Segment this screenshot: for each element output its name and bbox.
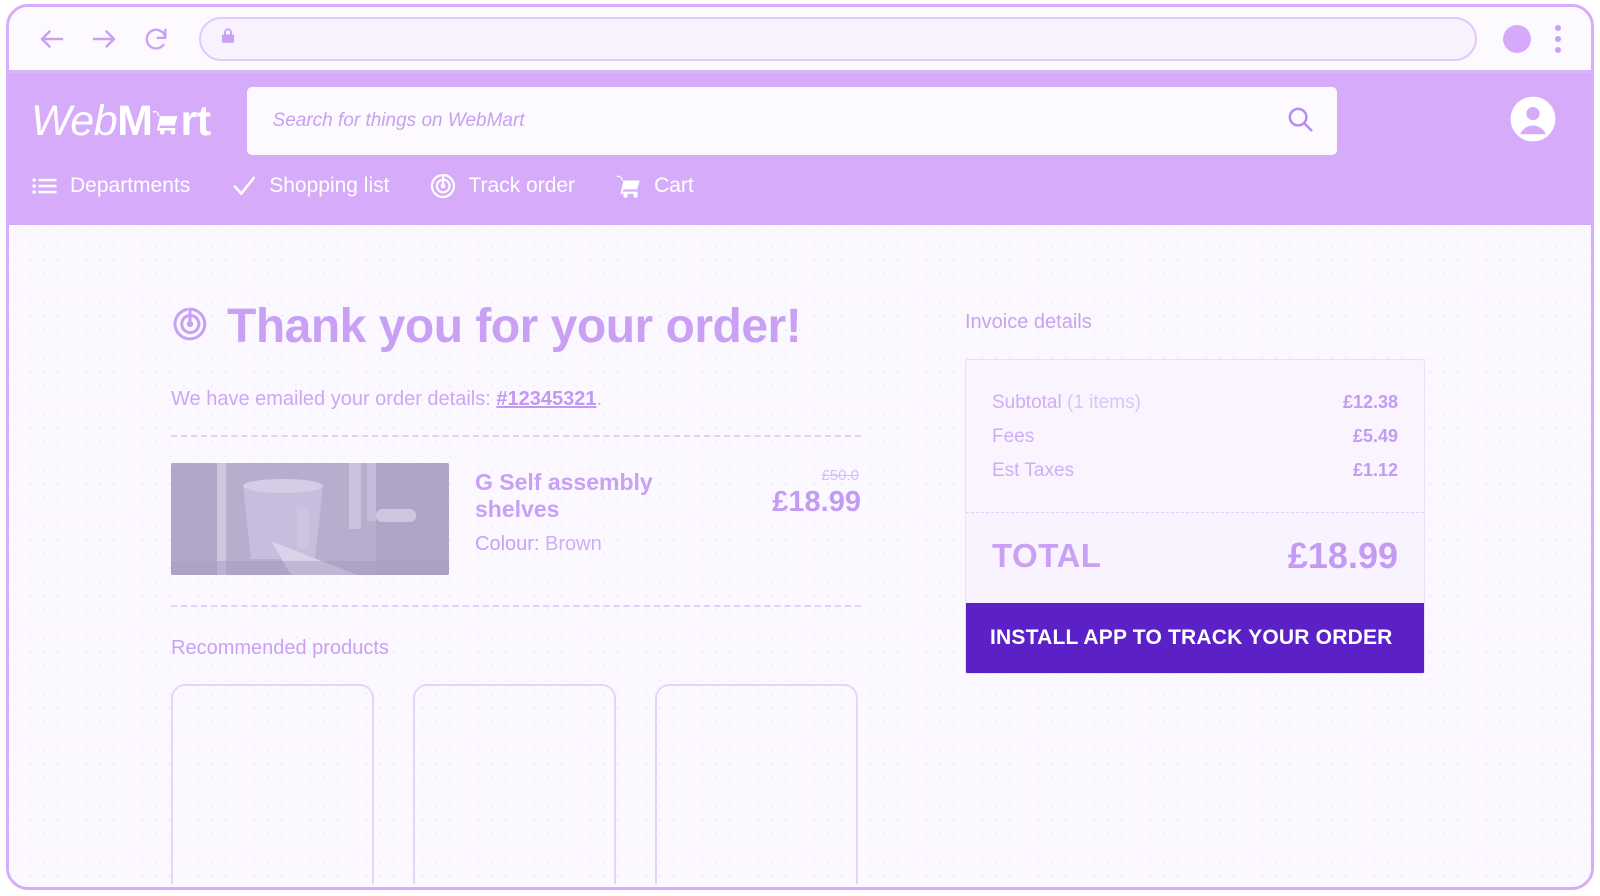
webmart-logo[interactable]: Web Mrt bbox=[31, 97, 211, 146]
nav-item-shopping-list[interactable]: Shopping list bbox=[230, 172, 389, 200]
back-arrow-icon bbox=[37, 24, 67, 54]
forward-arrow-icon bbox=[89, 24, 119, 54]
order-email-suffix: . bbox=[596, 388, 603, 410]
site-header: Web Mrt Search for things on WebMart Dep… bbox=[9, 73, 1591, 225]
order-email-notice: We have emailed your order details: #123… bbox=[171, 388, 861, 435]
product-price-current: £18.99 bbox=[772, 486, 861, 518]
invoice-label-taxes: Est Taxes bbox=[992, 460, 1075, 481]
browser-window: Web Mrt Search for things on WebMart Dep… bbox=[6, 4, 1594, 890]
product-title[interactable]: G Self assembly shelves bbox=[475, 469, 705, 523]
invoice-total-value: £18.99 bbox=[1287, 535, 1398, 576]
product-colour-value: Brown bbox=[545, 533, 602, 555]
invoice-label-subtotal: Subtotal (1 items) bbox=[992, 392, 1141, 414]
nav-label-track-order: Track order bbox=[468, 174, 576, 197]
invoice-details-heading: Invoice details bbox=[965, 311, 1092, 333]
kebab-menu-icon[interactable] bbox=[1547, 22, 1569, 56]
back-button[interactable] bbox=[29, 16, 75, 62]
logo-text-rt: rt bbox=[180, 96, 211, 145]
nav-item-departments[interactable]: Departments bbox=[31, 172, 190, 200]
search-placeholder: Search for things on WebMart bbox=[272, 110, 525, 131]
nav-label-shopping-list: Shopping list bbox=[269, 174, 390, 197]
product-colour-label: Colour: bbox=[475, 533, 540, 555]
invoice-column: Invoice details Subtotal (1 items) £12.3… bbox=[965, 299, 1425, 884]
checkmark-icon bbox=[230, 172, 258, 200]
invoice-row-subtotal: Subtotal (1 items) £12.38 bbox=[992, 386, 1398, 420]
invoice-value-taxes: £1.12 bbox=[1352, 460, 1398, 480]
account-circle-icon bbox=[1509, 96, 1557, 147]
reload-button[interactable] bbox=[133, 16, 179, 62]
nav-label-departments: Departments bbox=[70, 174, 191, 197]
invoice-value-subtotal: £12.38 bbox=[1342, 392, 1398, 412]
order-email-prefix: We have emailed your order details: bbox=[171, 388, 497, 410]
search-input[interactable]: Search for things on WebMart bbox=[246, 87, 1337, 155]
logo-text-m: M bbox=[117, 96, 153, 145]
header-top-row: Web Mrt Search for things on WebMart bbox=[9, 73, 1591, 169]
page-title: Thank you for your order! bbox=[227, 300, 802, 353]
recommended-products-list bbox=[171, 684, 861, 884]
logo-text-web: Web bbox=[31, 96, 118, 145]
radar-target-icon bbox=[429, 172, 457, 200]
nav-item-track-order[interactable]: Track order bbox=[429, 172, 575, 200]
recommended-card-2[interactable] bbox=[413, 684, 616, 884]
page-content: Thank you for your order! We have emaile… bbox=[9, 225, 1591, 887]
invoice-row-fees: Fees £5.49 bbox=[992, 420, 1398, 454]
shopping-cart-icon bbox=[151, 99, 181, 135]
recommended-card-3[interactable] bbox=[655, 684, 858, 884]
account-button[interactable] bbox=[1479, 95, 1557, 148]
invoice-row-taxes: Est Taxes £1.12 bbox=[992, 454, 1398, 488]
browser-toolbar bbox=[9, 7, 1591, 73]
product-colour: Colour: Brown bbox=[475, 533, 705, 556]
content-grid: Thank you for your order! We have emaile… bbox=[9, 299, 1591, 884]
thank-you-heading: Thank you for your order! bbox=[171, 299, 861, 354]
invoice-card: Subtotal (1 items) £12.38 Fees £5.49 Est… bbox=[965, 359, 1425, 674]
order-summary-column: Thank you for your order! We have emaile… bbox=[171, 299, 861, 884]
reload-icon bbox=[142, 25, 170, 53]
list-menu-icon bbox=[31, 172, 59, 200]
invoice-value-fees: £5.49 bbox=[1352, 426, 1398, 446]
radar-target-icon bbox=[171, 305, 209, 348]
invoice-line-items: Subtotal (1 items) £12.38 Fees £5.49 Est… bbox=[966, 360, 1424, 513]
nav-label-cart: Cart bbox=[654, 174, 694, 197]
address-bar[interactable] bbox=[199, 16, 1477, 61]
nav-item-cart[interactable]: Cart bbox=[615, 172, 694, 200]
shopping-cart-icon bbox=[615, 172, 643, 200]
recommended-card-1[interactable] bbox=[171, 684, 374, 884]
invoice-label-fees: Fees bbox=[992, 426, 1035, 447]
browser-toolbar-right bbox=[1503, 22, 1569, 56]
invoice-label-subtotal-text: Subtotal bbox=[992, 392, 1062, 413]
product-price-original: £50.0 bbox=[821, 467, 859, 484]
install-app-button[interactable]: INSTALL APP TO TRACK YOUR ORDER bbox=[966, 603, 1424, 673]
invoice-label-subtotal-note: (1 items) bbox=[1061, 392, 1141, 413]
invoice-total-row: TOTAL £18.99 bbox=[966, 513, 1424, 603]
lock-icon bbox=[219, 27, 237, 50]
product-info: G Self assembly shelves Colour: Brown bbox=[475, 463, 705, 556]
header-nav: Departments Shopping list Track order Ca… bbox=[9, 169, 1591, 225]
search-icon[interactable] bbox=[1285, 104, 1315, 139]
order-item-row: G Self assembly shelves Colour: Brown £5… bbox=[171, 437, 861, 605]
product-thumbnail[interactable] bbox=[171, 463, 449, 575]
profile-avatar-icon[interactable] bbox=[1503, 24, 1531, 53]
invoice-total-label: TOTAL bbox=[992, 537, 1102, 574]
recommended-products-heading: Recommended products bbox=[171, 637, 389, 659]
product-price-block: £50.0 £18.99 bbox=[731, 463, 861, 519]
forward-button[interactable] bbox=[81, 16, 127, 62]
order-number-link[interactable]: #12345321 bbox=[496, 388, 596, 410]
